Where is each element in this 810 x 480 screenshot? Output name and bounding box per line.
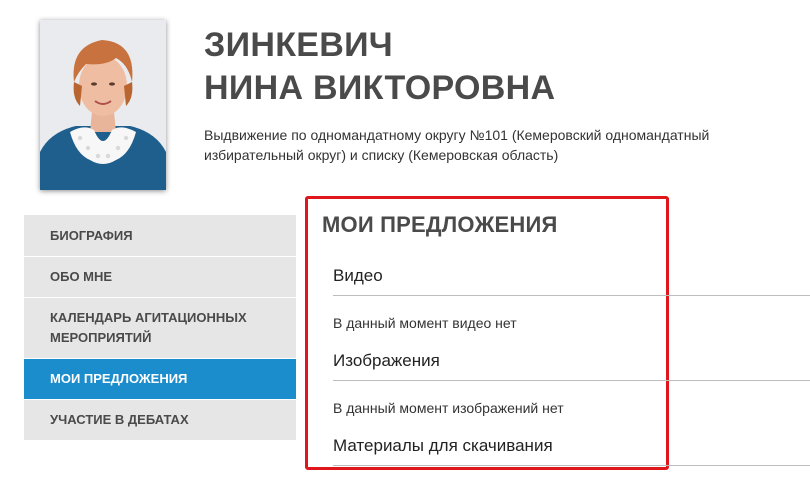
candidate-surname: ЗИНКЕВИЧ <box>204 26 394 64</box>
sidebar-item-campaign-calendar[interactable]: КАЛЕНДАРЬ АГИТАЦИОННЫХ МЕРОПРИЯТИЙ <box>24 297 296 358</box>
portrait-image <box>40 20 166 190</box>
video-empty-note: В данный момент видео нет <box>333 315 517 331</box>
candidate-sidebar-nav: БИОГРАФИЯ ОБО МНЕ КАЛЕНДАРЬ АГИТАЦИОННЫХ… <box>24 215 296 440</box>
section-video-heading[interactable]: Видео <box>333 266 383 286</box>
nomination-text: Выдвижение по одномандатному округу №101… <box>204 127 710 163</box>
sidebar-item-about-me[interactable]: ОБО МНЕ <box>24 256 296 297</box>
candidate-name: ЗИНКЕВИЧ НИНА ВИКТОРОВНА <box>204 24 555 110</box>
sidebar-item-debates[interactable]: УЧАСТИЕ В ДЕБАТАХ <box>24 399 296 440</box>
candidate-photo <box>40 20 166 190</box>
section-images-heading[interactable]: Изображения <box>333 351 440 371</box>
section-divider <box>333 295 810 296</box>
section-downloads-heading[interactable]: Материалы для скачивания <box>333 436 553 456</box>
candidate-given-names: НИНА ВИКТОРОВНА <box>204 69 556 107</box>
section-divider <box>333 380 810 381</box>
images-empty-note: В данный момент изображений нет <box>333 400 564 416</box>
section-divider <box>333 465 810 466</box>
sidebar-item-my-proposals[interactable]: МОИ ПРЕДЛОЖЕНИЯ <box>24 358 296 399</box>
proposals-title: МОИ ПРЕДЛОЖЕНИЯ <box>322 212 558 237</box>
sidebar-item-biography[interactable]: БИОГРАФИЯ <box>24 215 296 256</box>
